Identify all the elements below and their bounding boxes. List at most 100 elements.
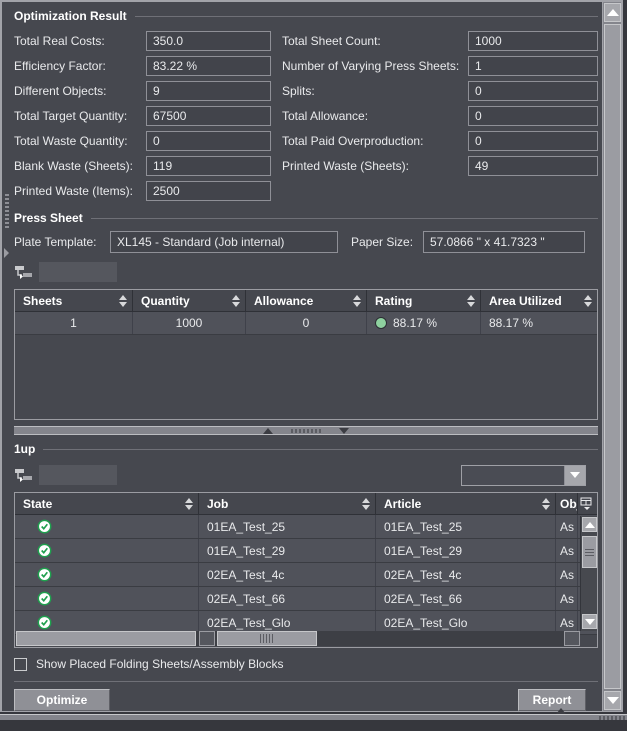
sort-caret-icon[interactable]: [542, 498, 550, 510]
column-header-article[interactable]: Article: [376, 493, 556, 514]
oneup-group: 1up State: [14, 441, 598, 648]
plate-template-value: XL145 - Standard (Job internal): [110, 231, 338, 253]
sort-caret-icon[interactable]: [232, 295, 240, 307]
panel-content: Optimization Result Total Real Costs: 35…: [14, 8, 598, 711]
state-ok-icon: [37, 519, 52, 534]
total-real-costs-value: 350.0: [146, 31, 271, 51]
scroll-up-button[interactable]: [604, 3, 621, 22]
sort-caret-icon[interactable]: [119, 295, 127, 307]
cell-state: [15, 563, 199, 586]
select-dropdown-button[interactable]: [564, 466, 585, 485]
chevron-down-icon: [570, 472, 580, 478]
scroll-right-button[interactable]: [564, 631, 580, 646]
column-header-sheets[interactable]: Sheets: [15, 290, 133, 311]
printed-waste-sheets-value: 49: [468, 156, 598, 176]
cell-job: 02EA_Test_4c: [199, 563, 376, 586]
show-placed-checkbox[interactable]: [14, 658, 27, 671]
cell-area-utilized: 88.17 %: [481, 312, 597, 334]
paper-size-label: Paper Size:: [351, 235, 423, 249]
report-button[interactable]: Report: [518, 689, 586, 711]
oneup-vertical-scrollbar[interactable]: [580, 516, 597, 631]
group-title-press-sheet: Press Sheet: [14, 211, 83, 225]
varying-press-sheets-value: 1: [468, 56, 598, 76]
splitter-grip[interactable]: [5, 194, 9, 230]
field-label: Blank Waste (Sheets):: [14, 159, 146, 173]
scrollbar-thumb[interactable]: [582, 536, 597, 568]
show-placed-label: Show Placed Folding Sheets/Assembly Bloc…: [36, 657, 283, 671]
cell-object: As: [556, 563, 578, 586]
arrow-down-icon: [607, 697, 619, 704]
scroll-down-button[interactable]: [582, 614, 597, 629]
different-objects-value: 9: [146, 81, 271, 101]
state-ok-icon: [37, 615, 52, 630]
grip-icon: [260, 634, 274, 643]
scrollbar-thumb[interactable]: [217, 631, 317, 646]
sort-caret-icon[interactable]: [584, 295, 592, 307]
field-label: Total Sheet Count:: [272, 34, 468, 48]
splitter-grip[interactable]: [599, 716, 625, 720]
group-title-1up: 1up: [14, 442, 35, 456]
efficiency-factor-value: 83.22 %: [146, 56, 271, 76]
splitter-up-icon[interactable]: [263, 428, 273, 434]
scroll-left-button[interactable]: [199, 631, 215, 646]
cell-article: 02EA_Test_4c: [376, 563, 556, 586]
left-splitter[interactable]: [2, 2, 12, 711]
splitter-grip[interactable]: [291, 429, 321, 433]
field-label: Efficiency Factor:: [14, 59, 146, 73]
group-title-optimization-result: Optimization Result: [14, 9, 127, 23]
column-header-state[interactable]: State: [15, 493, 199, 514]
cell-object: As: [556, 539, 578, 562]
scrollbar-track[interactable]: [215, 631, 564, 646]
total-waste-quantity-value: 0: [146, 131, 271, 151]
column-header-allowance[interactable]: Allowance: [246, 290, 367, 311]
press-sheet-table: Sheets Quantity Allowance Rating: [14, 289, 598, 420]
cell-rating: 88.17 %: [367, 312, 481, 334]
oneup-row[interactable]: 01EA_Test_29 01EA_Test_29 As: [15, 539, 597, 563]
cell-state: [15, 515, 199, 538]
press-sheet-filter-input[interactable]: [39, 262, 117, 282]
oneup-view-select[interactable]: [461, 465, 586, 486]
column-chooser[interactable]: [578, 493, 597, 514]
paper-size-value: 57.0866 " x 41.7323 ": [423, 231, 585, 253]
column-header-job[interactable]: Job: [199, 493, 376, 514]
sort-caret-icon[interactable]: [353, 295, 361, 307]
group-divider: [91, 218, 598, 219]
optimize-button[interactable]: Optimize: [14, 689, 110, 711]
splitter-down-icon[interactable]: [339, 428, 349, 434]
press-sheet-row[interactable]: 1 1000 0 88.17 % 88.17 %: [15, 312, 597, 335]
printed-waste-items-value: 2500: [146, 181, 271, 201]
group-divider: [43, 449, 598, 450]
field-label: Printed Waste (Items):: [14, 184, 146, 198]
oneup-row[interactable]: 01EA_Test_25 01EA_Test_25 As: [15, 515, 597, 539]
frozen-column-segment: [16, 631, 196, 646]
select-value[interactable]: [462, 466, 564, 485]
field-label: Different Objects:: [14, 84, 146, 98]
field-label: Total Waste Quantity:: [14, 134, 146, 148]
sort-caret-icon[interactable]: [467, 295, 475, 307]
panel-vertical-scrollbar[interactable]: [602, 2, 621, 711]
splitter-up-icon[interactable]: [556, 708, 566, 714]
column-chooser-icon[interactable]: [580, 497, 594, 510]
column-header-quantity[interactable]: Quantity: [133, 290, 246, 311]
column-header-area-utilized[interactable]: Area Utilized: [481, 290, 597, 311]
arrow-down-icon: [585, 619, 595, 625]
cell-allowance: 0: [246, 312, 367, 334]
oneup-row[interactable]: 02EA_Test_66 02EA_Test_66 As: [15, 587, 597, 611]
scroll-down-button[interactable]: [604, 691, 621, 710]
column-header-rating[interactable]: Rating: [367, 290, 481, 311]
field-label: Total Target Quantity:: [14, 109, 146, 123]
field-label: Splits:: [272, 84, 468, 98]
oneup-filter-input[interactable]: [39, 465, 117, 485]
bottom-splitter[interactable]: [0, 714, 627, 720]
sort-caret-icon[interactable]: [362, 498, 370, 510]
collapse-arrow-icon[interactable]: [4, 248, 9, 258]
oneup-horizontal-scrollbar[interactable]: [16, 631, 580, 646]
arrow-up-icon: [585, 522, 595, 528]
scrollbar-thumb[interactable]: [604, 24, 621, 689]
column-header-object[interactable]: Obj: [556, 493, 578, 514]
oneup-row[interactable]: 02EA_Test_4c 02EA_Test_4c As: [15, 563, 597, 587]
horizontal-splitter[interactable]: [14, 426, 598, 435]
sort-caret-icon[interactable]: [185, 498, 193, 510]
scroll-up-button[interactable]: [582, 517, 597, 532]
filter-icon: [14, 265, 34, 280]
